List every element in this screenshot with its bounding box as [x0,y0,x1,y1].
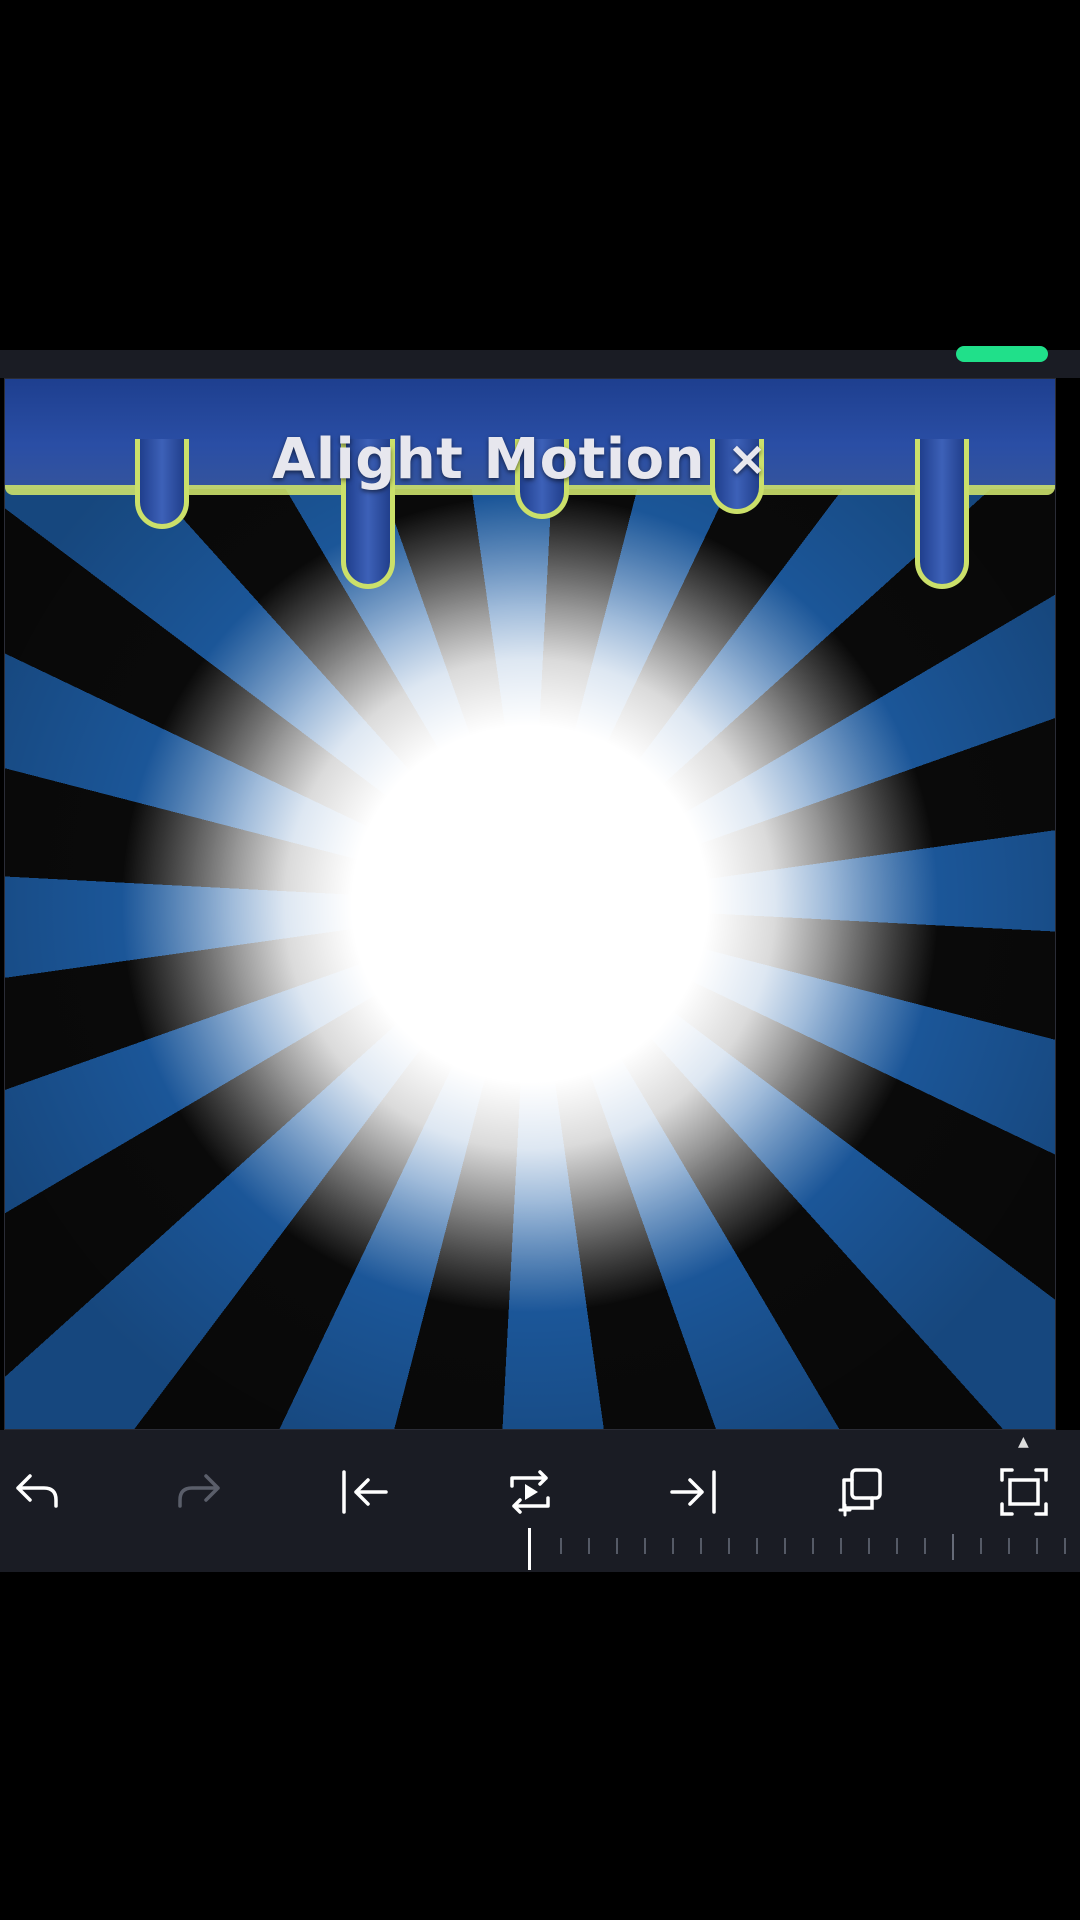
undo-icon [16,1474,58,1508]
timeline-tick [924,1538,926,1554]
top-black-area [0,0,1080,350]
timeline-tick [728,1538,730,1554]
timeline-tick [840,1538,842,1554]
redo-icon [178,1474,220,1508]
timeline-tick [952,1534,954,1560]
close-watermark-button[interactable]: × [727,431,768,487]
duplicate-icon [838,1468,882,1517]
timeline-tick [980,1538,982,1554]
timeline-tick [1036,1538,1038,1554]
redo-button[interactable] [166,1458,234,1526]
jump-to-end-button[interactable] [660,1458,728,1526]
fullscreen-icon [1000,1468,1048,1516]
jump-to-start-icon [342,1470,388,1514]
watermark-text: Alight Motion [272,426,705,492]
timeline-tick [756,1538,758,1554]
timeline-tick [644,1538,646,1554]
drip-shape [135,439,189,529]
expand-caret-icon[interactable]: ▲ [1018,1434,1029,1450]
preview-canvas[interactable] [4,378,1056,1430]
timeline-tick [812,1538,814,1554]
timeline-tick [616,1538,618,1554]
status-indicator [956,346,1048,362]
watermark: Alight Motion × [272,418,812,500]
timeline-ruler[interactable] [0,1520,1080,1572]
timeline-tick [700,1538,702,1554]
drip-shape [915,439,969,589]
timeline-tick [588,1538,590,1554]
timeline-tick [672,1538,674,1554]
sunburst-shade [5,379,1055,1429]
fullscreen-button[interactable] [990,1458,1058,1526]
timeline-tick [1008,1538,1010,1554]
jump-to-end-icon [670,1470,716,1514]
timeline-tick [868,1538,870,1554]
timeline-tick [1064,1538,1066,1554]
timeline-tick [560,1538,562,1554]
undo-button[interactable] [2,1458,70,1526]
loop-play-button[interactable] [496,1458,564,1526]
loop-play-icon [510,1470,550,1514]
timeline-tick [896,1538,898,1554]
jump-to-start-button[interactable] [330,1458,398,1526]
editor-top-bar [0,350,1080,378]
playhead[interactable] [528,1528,531,1570]
timeline-tick [784,1538,786,1554]
duplicate-button[interactable] [826,1458,894,1526]
